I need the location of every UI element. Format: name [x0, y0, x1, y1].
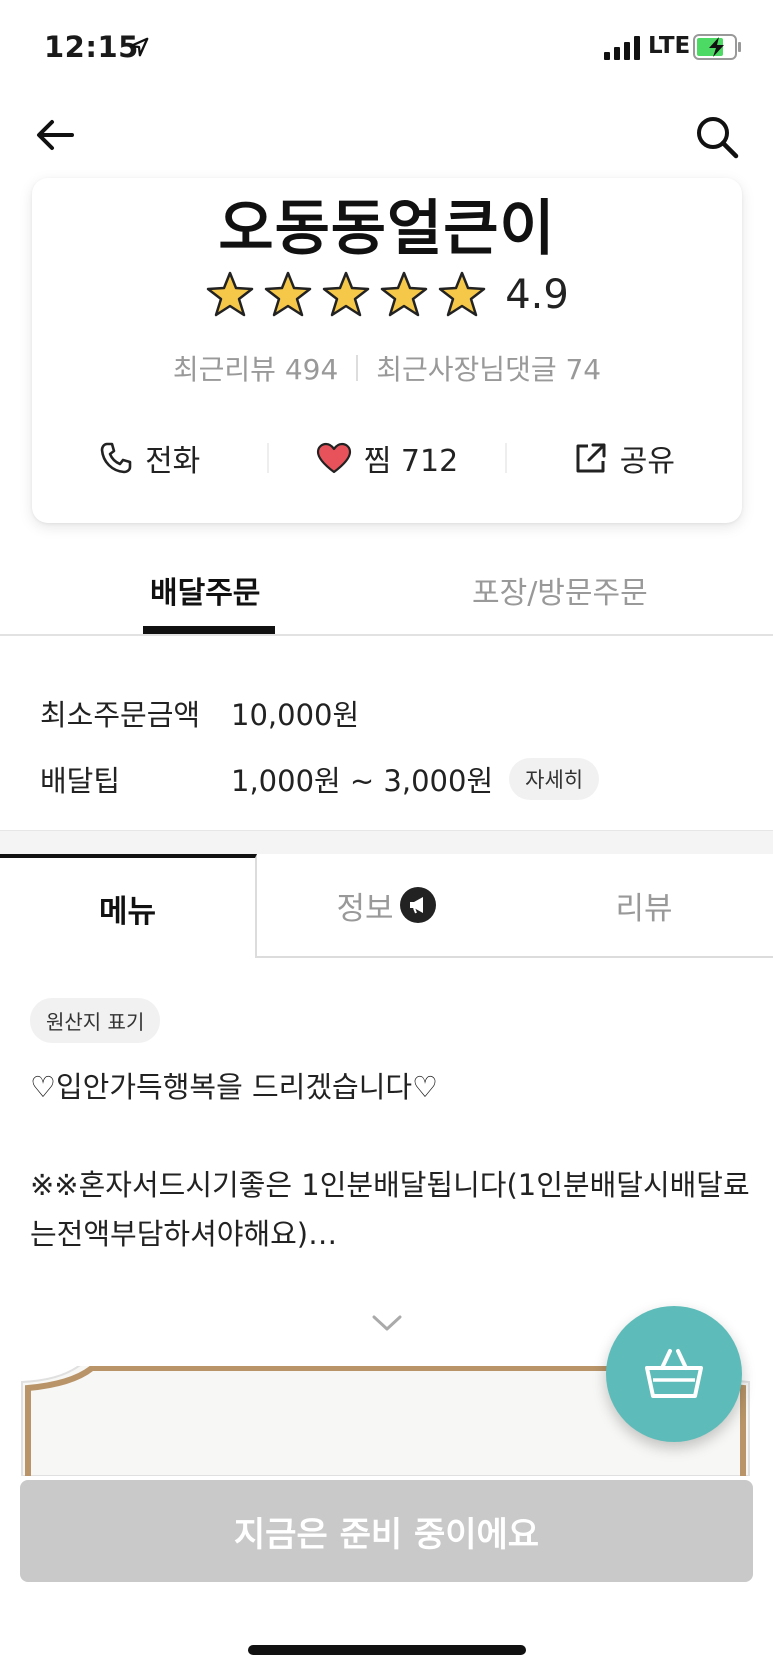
min-order-value: 10,000원: [231, 698, 360, 732]
tab-info-label: 정보: [336, 890, 394, 927]
tab-review[interactable]: 리뷰: [515, 854, 773, 958]
content-tabs: 메뉴 정보 리뷰: [0, 854, 773, 958]
star-icon: [322, 271, 370, 317]
back-button[interactable]: [32, 112, 78, 158]
share-label: 공유: [619, 444, 675, 479]
basket-button[interactable]: [606, 1306, 742, 1442]
tab-review-label: 리뷰: [615, 890, 673, 927]
delivery-tip-detail-button[interactable]: 자세히: [509, 758, 600, 800]
review-stats: 최근리뷰 494 최근사장님댓글 74: [32, 348, 742, 388]
chevron-down-icon[interactable]: [370, 1312, 404, 1334]
store-card: 오동동얼큰이 4.9 최근리뷰 494 최근사장님댓글 74 전화 찜 712: [32, 178, 742, 523]
recent-owner-replies[interactable]: 최근사장님댓글 74: [376, 348, 601, 388]
star-icon: [206, 271, 254, 317]
phone-icon: [100, 442, 132, 474]
delivery-tip-row: 배달팁 1,000원 ~ 3,000원 자세히: [40, 746, 740, 812]
call-label: 전화: [145, 444, 201, 479]
share-icon: [576, 443, 606, 473]
store-notice-text: ♡입안가득행복을 드리겠습니다♡ ※※혼자서드시기좋은 1인분배달됩니다(1인분…: [30, 1070, 750, 1251]
preparing-status-button: 지금은 준비 중이에요: [20, 1480, 753, 1582]
like-label: 찜 712: [363, 444, 459, 479]
tab-menu[interactable]: 메뉴: [0, 854, 257, 958]
network-type: LTE: [648, 33, 691, 59]
like-button[interactable]: 찜 712: [269, 436, 504, 480]
min-order-label: 최소주문금액: [40, 698, 201, 732]
battery-charging-icon: [693, 34, 741, 60]
home-indicator[interactable]: [248, 1645, 526, 1655]
status-time: 12:15: [44, 30, 139, 64]
delivery-tip-label: 배달팁: [40, 764, 121, 798]
store-actions: 전화 찜 712 공유: [32, 428, 742, 488]
tab-info[interactable]: 정보: [257, 854, 515, 958]
rating-value: 4.9: [505, 272, 569, 318]
origin-label-button[interactable]: 원산지 표기: [30, 998, 161, 1043]
share-button[interactable]: 공유: [507, 436, 742, 480]
min-order-row: 최소주문금액 10,000원: [40, 680, 740, 746]
star-icon: [438, 271, 486, 317]
delivery-info: 최소주문금액 10,000원 배달팁 1,000원 ~ 3,000원 자세히: [40, 680, 740, 812]
divider: [356, 355, 359, 381]
recent-reviews[interactable]: 최근리뷰 494: [173, 348, 338, 388]
tab-delivery-order[interactable]: 배달주문: [150, 568, 260, 612]
signal-icon: [604, 36, 640, 60]
section-divider: [0, 830, 773, 854]
star-icon: [264, 271, 312, 317]
status-bar: 12:15 LTE: [0, 0, 773, 96]
tab-pickup-order[interactable]: 포장/방문주문: [472, 568, 648, 612]
rating-row: 4.9: [32, 270, 742, 320]
delivery-tip-value: 1,000원 ~ 3,000원: [231, 764, 494, 798]
active-tab-indicator: [143, 626, 275, 634]
store-name: 오동동얼큰이: [218, 194, 556, 264]
order-type-tabs: 배달주문 포장/방문주문: [0, 560, 773, 636]
basket-icon: [645, 1349, 703, 1398]
search-icon[interactable]: [692, 112, 742, 162]
tab-menu-label: 메뉴: [98, 893, 157, 930]
call-button[interactable]: 전화: [32, 436, 267, 480]
heart-icon: [316, 442, 351, 474]
preparing-status-label: 지금은 준비 중이에요: [233, 1514, 540, 1555]
location-arrow-icon: [129, 37, 149, 57]
megaphone-icon: [399, 887, 436, 923]
star-icon: [380, 271, 428, 317]
